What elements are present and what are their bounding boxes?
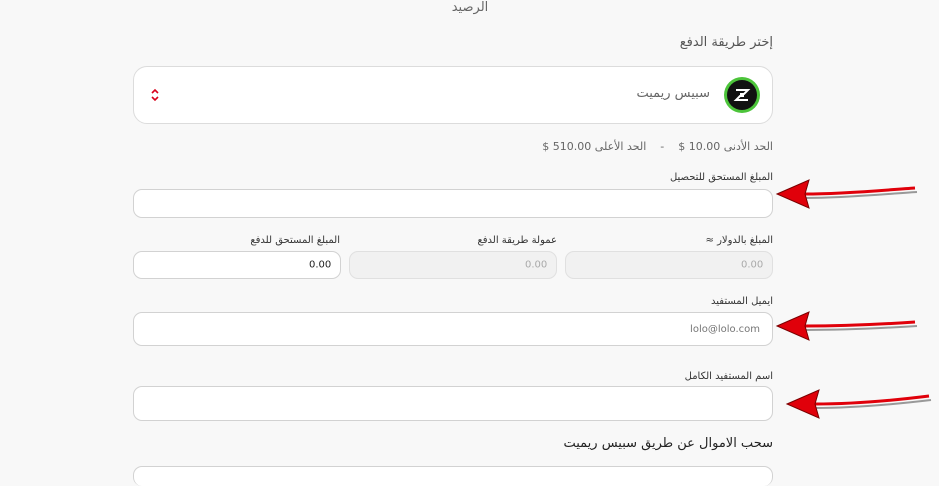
fullname-input[interactable]	[133, 386, 773, 421]
due-amount-field[interactable]: 0.00	[133, 251, 341, 279]
withdraw-section-box	[133, 466, 773, 486]
balance-heading: الرصيد	[451, 0, 489, 15]
usd-amount-field: 0.00	[565, 251, 773, 279]
collect-amount-label: المبلغ المستحق للتحصيل	[669, 172, 773, 183]
fullname-label: اسم المستفيد الكامل	[684, 371, 773, 382]
fee-field: 0.00	[349, 251, 557, 279]
selected-method-name: سبيس ريميت	[636, 86, 710, 101]
payment-method-label: إختر طريقة الدفع	[679, 35, 773, 50]
payment-method-select[interactable]: سبيس ريميت	[133, 66, 773, 124]
annotation-arrow-email-icon	[775, 311, 918, 341]
limit-separator: -	[660, 140, 665, 153]
annotation-arrow-fullname-icon	[785, 389, 932, 419]
max-limit-label: الحد الأعلى	[594, 140, 647, 153]
fee-value: 0.00	[525, 259, 548, 271]
email-label: ايميل المستفيد	[711, 296, 773, 307]
usd-amount-value: 0.00	[741, 259, 764, 271]
fee-label: عمولة طريقة الدفع	[477, 235, 557, 246]
payment-limits: الحد الأدنى 10.00 $ - الحد الأعلى 510.00…	[542, 140, 773, 153]
spaceremit-logo-icon	[724, 77, 760, 113]
select-chevrons-icon[interactable]	[150, 85, 160, 105]
min-limit-label: الحد الأدنى	[723, 140, 773, 153]
withdraw-title: سحب الاموال عن طريق سبيس ريميت	[563, 436, 773, 451]
email-input[interactable]	[133, 312, 773, 346]
due-amount-label: المبلغ المستحق للدفع	[250, 235, 340, 246]
annotation-arrow-collect-icon	[775, 179, 918, 209]
usd-amount-label: المبلغ بالدولار ≈	[705, 235, 773, 246]
collect-amount-input[interactable]	[133, 189, 773, 218]
due-amount-value: 0.00	[309, 259, 332, 271]
min-limit-value: 10.00 $	[678, 140, 721, 153]
max-limit-value: 510.00 $	[542, 140, 592, 153]
